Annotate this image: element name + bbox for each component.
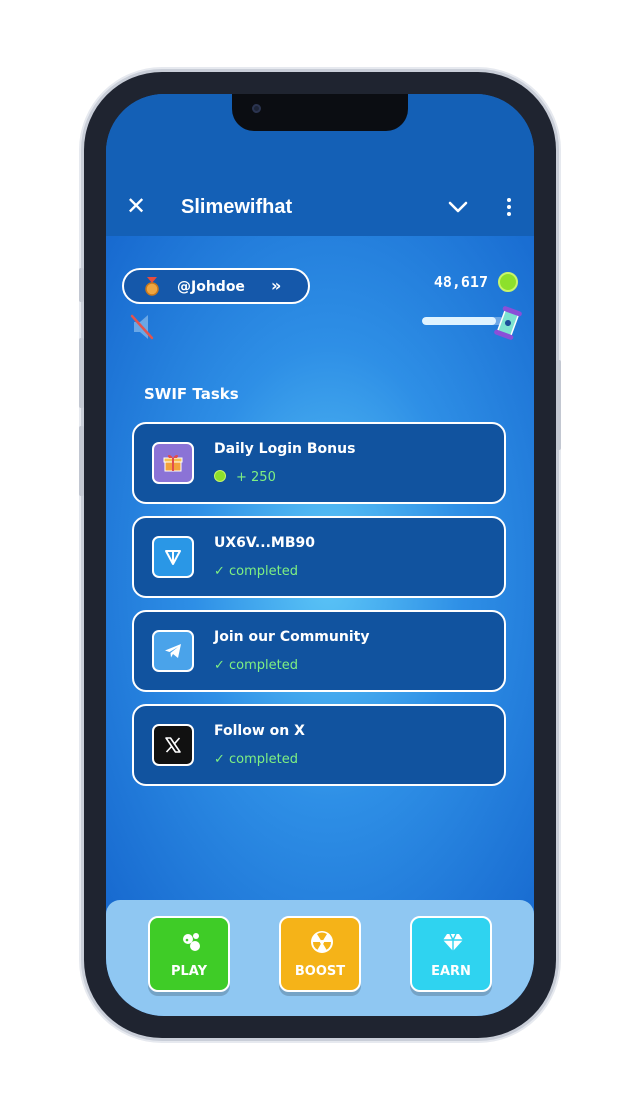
bottom-navigation: PLAY BOOST EARN (106, 900, 534, 1016)
title-bar: ✕ Slimewifhat (106, 94, 534, 236)
scroll-icon[interactable] (494, 306, 522, 340)
coin-icon (214, 470, 226, 482)
reward-amount: + 250 (236, 470, 276, 485)
slime-icon (183, 933, 200, 951)
diamond-icon (443, 933, 463, 951)
app-title: Slimewifhat (181, 196, 293, 218)
level-progress-bar (422, 317, 504, 325)
task-reward: + 250 (214, 469, 276, 487)
task-title: Join our Community (214, 629, 370, 645)
front-camera (252, 104, 261, 113)
task-follow-on-x[interactable]: Follow on X ✓ completed (132, 704, 506, 786)
sound-muted-icon[interactable] (130, 312, 154, 342)
gift-icon (152, 442, 194, 484)
medal-icon (145, 277, 159, 296)
telegram-icon (152, 630, 194, 672)
task-title: Daily Login Bonus (214, 441, 356, 457)
task-join-community[interactable]: Join our Community ✓ completed (132, 610, 506, 692)
double-chevron-right-icon: » (271, 276, 282, 295)
level-progress-fill (422, 317, 496, 325)
volume-down-button (79, 426, 84, 496)
task-daily-login-bonus[interactable]: Daily Login Bonus + 250 (132, 422, 506, 504)
earn-button[interactable]: EARN (410, 916, 492, 992)
notch (232, 94, 408, 131)
mute-switch (79, 268, 84, 302)
play-label: PLAY (170, 964, 208, 979)
coin-icon (498, 272, 518, 292)
task-wallet-connect[interactable]: UX6V...MB90 ✓ completed (132, 516, 506, 598)
close-icon[interactable]: ✕ (124, 194, 148, 218)
radiation-icon (311, 931, 333, 953)
earn-label: EARN (431, 964, 471, 979)
user-profile-pill[interactable]: @Johdoe » (122, 268, 310, 304)
app-screen: ✕ Slimewifhat @Johdoe » 48,617 SWIF Task… (106, 94, 534, 1016)
task-title: UX6V...MB90 (214, 535, 315, 551)
power-button (556, 360, 561, 450)
task-title: Follow on X (214, 723, 305, 739)
chevron-down-icon[interactable] (446, 198, 470, 216)
ton-icon (152, 536, 194, 578)
boost-label: BOOST (294, 964, 346, 979)
task-status: ✓ completed (214, 658, 298, 673)
play-button[interactable]: PLAY (148, 916, 230, 992)
tasks-section-title: SWIF Tasks (144, 385, 239, 403)
volume-up-button (79, 338, 84, 408)
more-vertical-icon[interactable] (504, 196, 514, 218)
boost-button[interactable]: BOOST (279, 916, 361, 992)
task-status: ✓ completed (214, 564, 298, 579)
username: @Johdoe (177, 279, 245, 295)
coin-balance: 48,617 (433, 273, 488, 291)
task-status: ✓ completed (214, 752, 298, 767)
x-logo-icon (152, 724, 194, 766)
